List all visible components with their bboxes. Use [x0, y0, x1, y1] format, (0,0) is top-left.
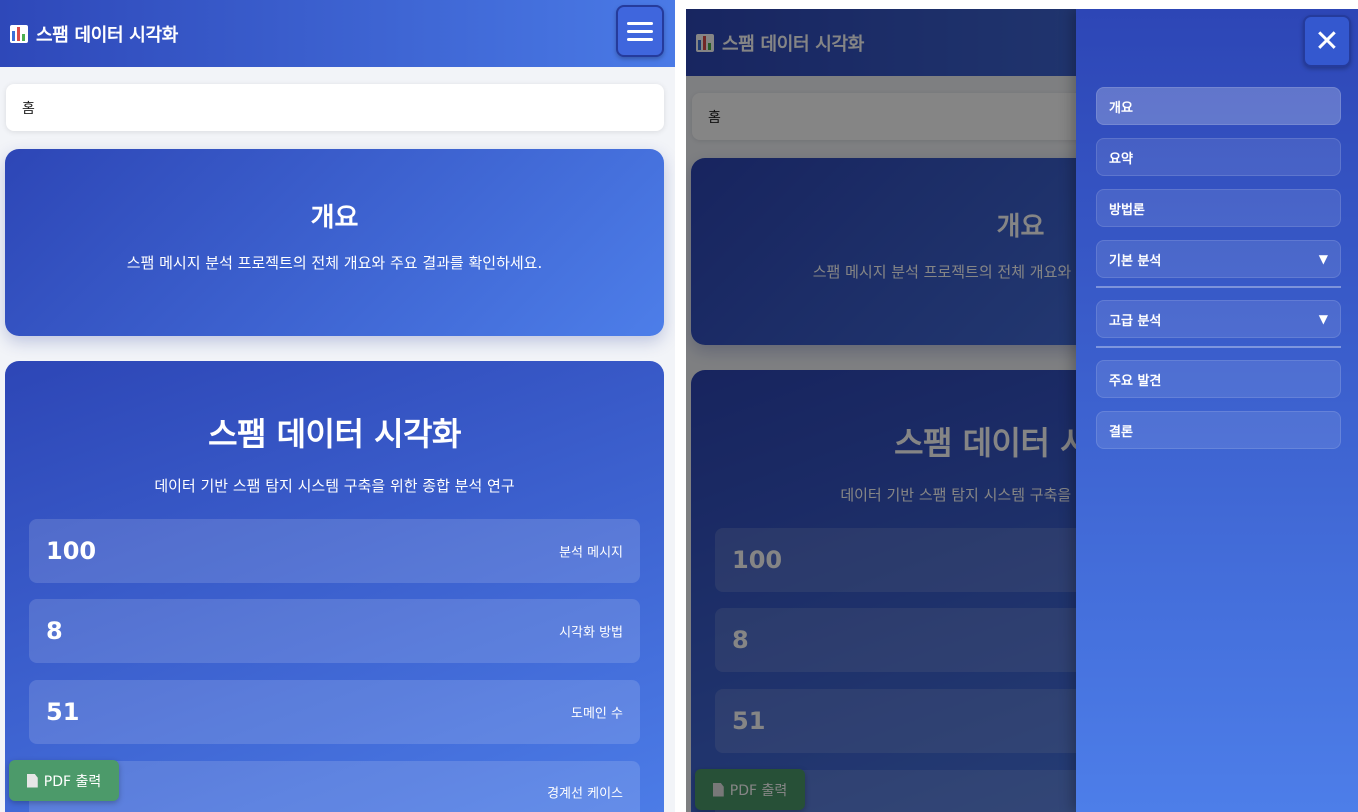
hamburger-line — [627, 37, 653, 41]
nav-divider — [1096, 346, 1341, 348]
caret-down-icon: ▼ — [1318, 312, 1328, 326]
stat-card: 8 시각화 방법 — [29, 599, 640, 663]
hamburger-line — [627, 29, 653, 33]
nav-item-summary[interactable]: 요약 — [1096, 138, 1341, 176]
pdf-export-label: PDF 출력 — [43, 773, 102, 790]
nav-item-label: 결론 — [1109, 424, 1133, 440]
nav-item-label: 주요 발견 — [1109, 373, 1162, 389]
top-header: 스팸 데이터 시각화 — [0, 0, 675, 67]
nav-item-key-findings[interactable]: 주요 발견 — [1096, 360, 1341, 398]
page-menu-open: 스팸 데이터 시각화 홈 개요 스팸 메시지 분석 프로젝트의 전체 개요와 주… — [686, 9, 1358, 812]
nav-item-label: 고급 분석 — [1109, 313, 1162, 329]
main-title: 스팸 데이터 시각화 — [208, 415, 461, 453]
overview-description: 스팸 메시지 분석 프로젝트의 전체 개요와 주요 결과를 확인하세요. — [126, 254, 543, 272]
nav-item-basic-analysis[interactable]: 기본 분석 ▼ — [1096, 240, 1341, 278]
nav-item-overview[interactable]: 개요 — [1096, 87, 1341, 125]
stat-value: 51 — [46, 698, 80, 726]
hamburger-line — [627, 21, 653, 25]
close-icon: ✕ — [1314, 23, 1340, 59]
breadcrumb: 홈 — [6, 84, 664, 131]
stat-label: 분석 메시지 — [559, 545, 623, 561]
nav-item-label: 요약 — [1109, 151, 1133, 167]
nav-item-advanced-analysis[interactable]: 고급 분석 ▼ — [1096, 300, 1341, 338]
nav-drawer: ✕ 개요 요약 방법론 기본 분석 ▼ 고급 분석 ▼ 주요 발견 결론 — [1076, 9, 1358, 812]
hamburger-menu-button[interactable] — [616, 5, 664, 57]
breadcrumb-home-link[interactable]: 홈 — [22, 98, 35, 118]
nav-item-label: 기본 분석 — [1109, 253, 1162, 269]
nav-divider — [1096, 286, 1341, 288]
stat-label: 시각화 방법 — [559, 625, 623, 641]
document-icon — [26, 773, 38, 788]
site-title: 스팸 데이터 시각화 — [36, 24, 179, 46]
nav-item-label: 방법론 — [1109, 202, 1145, 218]
page-menu-closed: 스팸 데이터 시각화 홈 개요 스팸 메시지 분석 프로젝트의 전체 개요와 주… — [0, 0, 675, 812]
bar-chart-icon — [10, 24, 28, 43]
overview-card: 개요 스팸 메시지 분석 프로젝트의 전체 개요와 주요 결과를 확인하세요. — [5, 149, 664, 336]
nav-item-methodology[interactable]: 방법론 — [1096, 189, 1341, 227]
pdf-export-button[interactable]: PDF 출력 — [9, 760, 119, 801]
stat-label: 도메인 수 — [571, 706, 623, 722]
main-section: 스팸 데이터 시각화 데이터 기반 스팸 탐지 시스템 구축을 위한 종합 분석… — [5, 361, 664, 812]
stat-card: 100 분석 메시지 — [29, 519, 640, 583]
nav-item-label: 개요 — [1109, 100, 1133, 116]
overview-title: 개요 — [310, 203, 359, 233]
caret-down-icon: ▼ — [1318, 252, 1328, 266]
stat-card: 경계선 케이스 — [29, 761, 640, 812]
stat-value: 8 — [46, 617, 63, 645]
close-menu-button[interactable]: ✕ — [1303, 15, 1351, 67]
stat-card: 51 도메인 수 — [29, 680, 640, 744]
nav-item-conclusion[interactable]: 결론 — [1096, 411, 1341, 449]
stat-value: 100 — [46, 537, 97, 565]
stat-label: 경계선 케이스 — [547, 786, 623, 802]
main-subtitle: 데이터 기반 스팸 탐지 시스템 구축을 위한 종합 분석 연구 — [154, 477, 515, 495]
